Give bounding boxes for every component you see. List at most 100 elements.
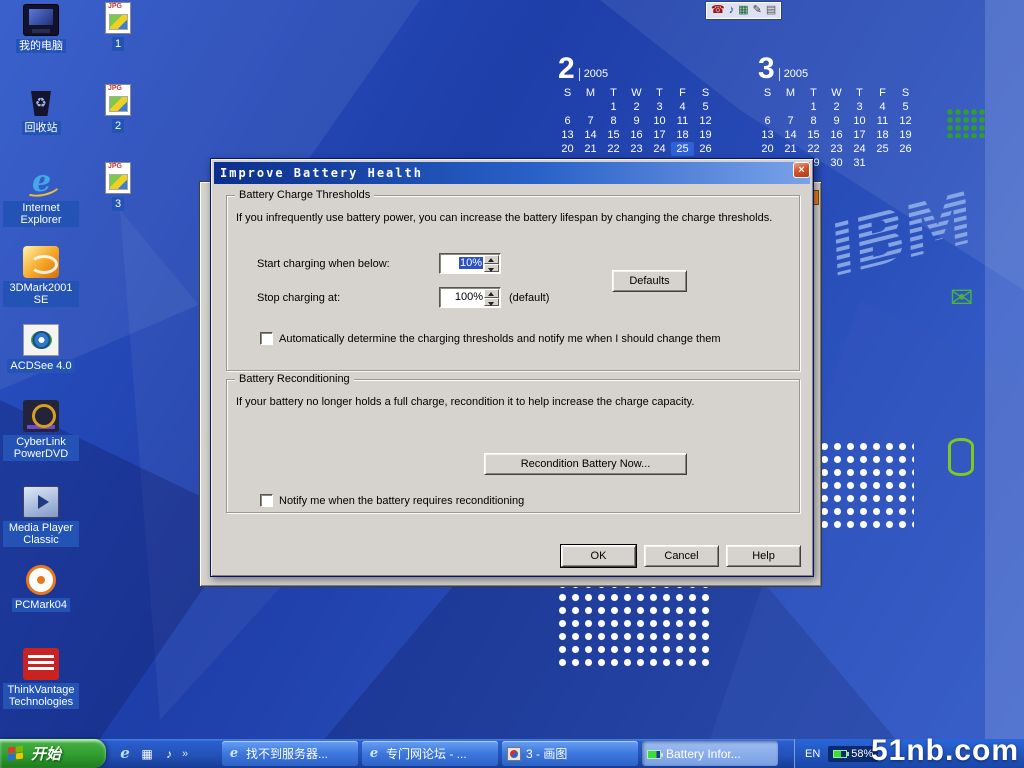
calendar-february: 2 2005 SMTWTFS 1234567891011121314151617… bbox=[556, 56, 728, 156]
calendar-day: 7 bbox=[579, 114, 602, 128]
ibm-logo: IBM bbox=[820, 176, 980, 292]
display-icon[interactable]: ▦ bbox=[738, 3, 748, 18]
calendar-day-header: S bbox=[694, 86, 717, 100]
acdsee-icon bbox=[23, 324, 59, 356]
desktop-icon-recycle-bin[interactable]: 回收站 bbox=[2, 86, 80, 135]
start-charging-value[interactable]: 10% bbox=[459, 257, 483, 269]
speaker-icon[interactable]: ♪ bbox=[729, 3, 735, 18]
calendar-day: 2 bbox=[825, 100, 848, 114]
calendar-day: 13 bbox=[756, 128, 779, 142]
calendar-day: 4 bbox=[871, 100, 894, 114]
task-server-not-found[interactable]: e 找不到服务器... bbox=[222, 741, 358, 766]
start-charging-spinner[interactable]: 10% bbox=[439, 253, 501, 274]
desktop-icon-media-player-classic[interactable]: Media Player Classic bbox=[2, 486, 80, 547]
calendar-day: 1 bbox=[602, 100, 625, 114]
spinner-down-icon[interactable] bbox=[484, 264, 499, 273]
help-button[interactable]: Help bbox=[726, 545, 801, 567]
close-icon[interactable]: × bbox=[793, 162, 810, 178]
show-desktop-icon[interactable]: ▦ bbox=[138, 744, 156, 764]
desktop-icon-my-computer[interactable]: 我的电脑 bbox=[2, 4, 80, 53]
calendar-day: 7 bbox=[779, 114, 802, 128]
calendar-day: 12 bbox=[894, 114, 917, 128]
start-label: 开始 bbox=[31, 743, 61, 764]
stop-charging-label: Stop charging at: bbox=[257, 292, 340, 304]
desktop-icon-jpg-1[interactable]: 1 bbox=[92, 2, 144, 51]
dialog-title-bar[interactable]: Improve Battery Health bbox=[214, 162, 810, 184]
recondition-battery-button[interactable]: Recondition Battery Now... bbox=[484, 453, 687, 475]
desktop-icon-3dmark2001[interactable]: 3DMark2001 SE bbox=[2, 246, 80, 307]
jpg-file-icon bbox=[105, 162, 131, 194]
calendar-day: 5 bbox=[694, 100, 717, 114]
ok-button[interactable]: OK bbox=[561, 545, 636, 567]
language-indicator[interactable]: EN bbox=[805, 748, 820, 760]
calendar-day: 20 bbox=[756, 142, 779, 156]
notify-reconditioning-label: Notify me when the battery requires reco… bbox=[279, 495, 524, 507]
battery-charge-thresholds-group: Battery Charge Thresholds If you infrequ… bbox=[226, 195, 800, 371]
desktop-icon-thinkvantage[interactable]: ThinkVantage Technologies bbox=[2, 648, 80, 709]
calendar-day: 15 bbox=[802, 128, 825, 142]
dialog-title: Improve Battery Health bbox=[220, 166, 423, 180]
calendar-day: 3 bbox=[648, 100, 671, 114]
task-paint[interactable]: 3 - 画图 bbox=[502, 741, 638, 766]
calendar-day: 22 bbox=[802, 142, 825, 156]
desktop-icon-label: Internet Explorer bbox=[3, 201, 79, 227]
quicklaunch-overflow-chevron[interactable]: » bbox=[182, 748, 188, 760]
my-computer-icon bbox=[23, 4, 59, 36]
start-charging-label: Start charging when below: bbox=[257, 258, 390, 270]
windows-flag-icon bbox=[8, 746, 25, 761]
pen-icon[interactable]: ✎ bbox=[753, 3, 762, 18]
internet-explorer-icon bbox=[23, 166, 59, 198]
phone-icon[interactable]: ☎ bbox=[711, 3, 725, 18]
cancel-button[interactable]: Cancel bbox=[644, 545, 719, 567]
desktop-icon-jpg-3[interactable]: 3 bbox=[92, 162, 144, 211]
wallpaper-dot-grid bbox=[818, 440, 914, 532]
stop-charging-spinner[interactable]: 100% bbox=[439, 287, 501, 308]
task-battery-information[interactable]: Battery Infor... bbox=[642, 741, 778, 766]
calendar-day: 10 bbox=[848, 114, 871, 128]
task-forum[interactable]: e 专门网论坛 - ... bbox=[362, 741, 498, 766]
ie-quicklaunch-icon[interactable]: e bbox=[116, 744, 134, 764]
calendar-day: 18 bbox=[871, 128, 894, 142]
calendar-day-header: T bbox=[602, 86, 625, 100]
calendar-day: 6 bbox=[756, 114, 779, 128]
calendar-title: 3 2005 bbox=[758, 56, 928, 81]
calendar-day: 17 bbox=[648, 128, 671, 142]
desktop-icon-jpg-2[interactable]: 2 bbox=[92, 84, 144, 133]
desktop-icon-label: 2 bbox=[112, 119, 124, 133]
calendar-day: 11 bbox=[871, 114, 894, 128]
calendar-day-header: F bbox=[671, 86, 694, 100]
jpg-file-icon bbox=[105, 2, 131, 34]
calendar-month: 3 bbox=[758, 56, 775, 81]
thresholds-description: If you infrequently use battery power, y… bbox=[236, 212, 787, 225]
spinner-down-icon[interactable] bbox=[484, 298, 499, 307]
media-player-quicklaunch-icon[interactable]: ♪ bbox=[160, 744, 178, 764]
calendar-day: 9 bbox=[825, 114, 848, 128]
calendar-day-header: S bbox=[894, 86, 917, 100]
jpg-file-icon bbox=[105, 84, 131, 116]
calendar-day: 23 bbox=[825, 142, 848, 156]
calendar-day: 11 bbox=[671, 114, 694, 128]
desktop-icon-label: CyberLink PowerDVD bbox=[3, 435, 79, 461]
3dmark-icon bbox=[23, 246, 59, 278]
calendar-day bbox=[556, 100, 579, 114]
desktop-icon-label: 回收站 bbox=[22, 121, 61, 135]
desktop-icon-label: Media Player Classic bbox=[3, 521, 79, 547]
calendar-day: 16 bbox=[825, 128, 848, 142]
desktop-icon-powerdvd[interactable]: CyberLink PowerDVD bbox=[2, 400, 80, 461]
desktop-mini-toolbar[interactable]: ☎ ♪ ▦ ✎ ▤ bbox=[706, 2, 781, 19]
notify-reconditioning-checkbox[interactable] bbox=[260, 494, 273, 507]
spinner-up-icon[interactable] bbox=[484, 289, 499, 298]
defaults-button[interactable]: Defaults bbox=[612, 270, 687, 292]
list-icon[interactable]: ▤ bbox=[766, 3, 776, 18]
start-button[interactable]: 开始 bbox=[0, 739, 106, 768]
desktop-icon-acdsee[interactable]: ACDSee 4.0 bbox=[2, 324, 80, 373]
desktop-icon-internet-explorer[interactable]: Internet Explorer bbox=[2, 166, 80, 227]
calendar-day: 3 bbox=[848, 100, 871, 114]
desktop-icon-label: 3 bbox=[112, 197, 124, 211]
stop-charging-value[interactable]: 100% bbox=[443, 291, 483, 303]
desktop-icon-pcmark04[interactable]: PCMark04 bbox=[2, 564, 80, 612]
battery-reconditioning-group: Battery Reconditioning If your battery n… bbox=[226, 379, 800, 513]
auto-determine-checkbox[interactable] bbox=[260, 332, 273, 345]
spinner-up-icon[interactable] bbox=[484, 255, 499, 264]
calendar-march: 3 2005 SMTWTFS 1234567891011121314151617… bbox=[756, 56, 928, 170]
